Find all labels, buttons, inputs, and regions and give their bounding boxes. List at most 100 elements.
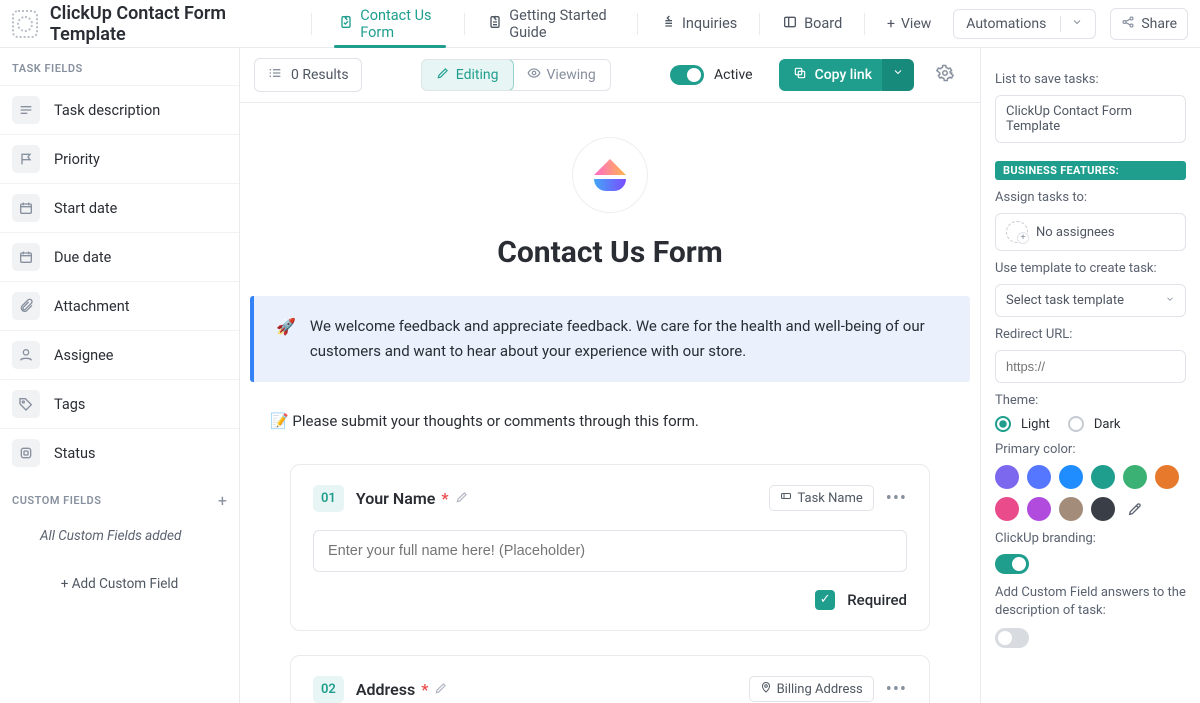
copy-label: Copy link xyxy=(815,67,872,83)
color-swatch[interactable] xyxy=(1123,465,1147,489)
color-swatch[interactable] xyxy=(1155,465,1179,489)
field-status[interactable]: Status xyxy=(0,428,239,477)
form-logo[interactable] xyxy=(572,137,648,213)
field-type-tag[interactable]: Task Name xyxy=(769,485,873,511)
theme-dark-radio[interactable] xyxy=(1068,416,1084,432)
divider xyxy=(464,13,465,35)
color-swatch[interactable] xyxy=(1027,497,1051,521)
app-logo-placeholder xyxy=(12,10,38,38)
copy-link-button[interactable]: Copy link xyxy=(779,59,886,91)
question-title[interactable]: Your Name * xyxy=(356,489,758,508)
copy-icon xyxy=(793,66,807,84)
tab-inquiries[interactable]: Inquiries xyxy=(646,0,751,48)
branding-label: ClickUp branding: xyxy=(995,531,1186,546)
view-tabs: Contact Us Form Getting Started Guide In… xyxy=(324,0,945,48)
doc-arrow-icon xyxy=(487,14,503,34)
form-subnote[interactable]: 📝 Please submit your thoughts or comment… xyxy=(270,412,930,430)
theme-light-radio[interactable] xyxy=(995,416,1011,432)
tab-getting-started-guide[interactable]: Getting Started Guide xyxy=(473,0,629,48)
custom-fields-message: All Custom Fields added xyxy=(0,520,239,564)
redirect-url-input[interactable] xyxy=(995,350,1186,383)
divider xyxy=(864,13,865,35)
tab-contact-us-form[interactable]: Contact Us Form xyxy=(324,0,456,48)
eyedropper-icon[interactable] xyxy=(1123,497,1147,521)
form-editor: 0 Results Editing Viewing Active xyxy=(240,48,980,703)
top-bar: ClickUp Contact Form Template Contact Us… xyxy=(0,0,1200,48)
assign-label: Assign tasks to: xyxy=(995,190,1186,205)
list-save-label: List to save tasks: xyxy=(995,72,1186,87)
color-swatch[interactable] xyxy=(1091,497,1115,521)
theme-dark-label: Dark xyxy=(1094,417,1121,432)
required-checkbox[interactable]: ✓ xyxy=(815,590,835,610)
field-label: Tags xyxy=(54,396,85,413)
taskname-icon xyxy=(780,490,792,506)
question-card[interactable]: 01 Your Name * Task Name ••• xyxy=(290,464,930,631)
primary-color-label: Primary color: xyxy=(995,442,1186,457)
automations-button[interactable]: Automations xyxy=(953,9,1096,39)
color-swatch[interactable] xyxy=(1059,497,1083,521)
task-fields-heading: TASK FIELDS xyxy=(0,48,239,85)
question-menu-button[interactable]: ••• xyxy=(886,679,907,700)
form-title[interactable]: Contact Us Form xyxy=(290,235,930,270)
color-swatch[interactable] xyxy=(1091,465,1115,489)
question-menu-button[interactable]: ••• xyxy=(886,488,907,509)
add-custom-field-plus-icon[interactable]: + xyxy=(218,491,227,510)
destination-list-select[interactable]: ClickUp Contact Form Template xyxy=(995,95,1186,143)
clip-icon xyxy=(12,292,40,320)
question-number: 01 xyxy=(313,485,344,512)
color-swatch[interactable] xyxy=(995,497,1019,521)
board-icon xyxy=(782,14,798,34)
form-callout[interactable]: 🚀 We welcome feedback and appreciate fee… xyxy=(250,296,970,382)
eye-icon xyxy=(527,66,541,84)
field-due-date[interactable]: Due date xyxy=(0,232,239,281)
settings-button[interactable] xyxy=(926,64,964,86)
list-arrow-icon xyxy=(660,14,676,34)
share-button[interactable]: Share xyxy=(1110,8,1188,40)
share-icon xyxy=(1121,15,1135,33)
automations-label: Automations xyxy=(966,16,1046,32)
viewing-label: Viewing xyxy=(547,67,596,83)
divider xyxy=(637,13,638,35)
rocket-icon: 🚀 xyxy=(276,314,296,364)
tab-board[interactable]: Board xyxy=(768,0,856,48)
field-tags[interactable]: Tags xyxy=(0,379,239,428)
required-star-icon: * xyxy=(441,489,448,508)
theme-light-label: Light xyxy=(1021,417,1050,432)
editing-mode-button[interactable]: Editing xyxy=(421,59,514,91)
share-label: Share xyxy=(1141,16,1177,32)
question-placeholder-input[interactable] xyxy=(313,530,907,572)
question-card[interactable]: 02 Address * Billing Address ••• xyxy=(290,655,930,703)
field-task-description[interactable]: Task description xyxy=(0,85,239,134)
lines-icon xyxy=(12,96,40,124)
color-swatches xyxy=(995,465,1186,521)
copy-link-dropdown[interactable] xyxy=(882,59,914,91)
results-button[interactable]: 0 Results xyxy=(254,58,362,92)
status-icon xyxy=(12,439,40,467)
custom-fields-header: CUSTOM FIELDS + xyxy=(0,477,239,520)
template-label: Use template to create task: xyxy=(995,261,1186,276)
field-attachment[interactable]: Attachment xyxy=(0,281,239,330)
assignee-select[interactable]: No assignees xyxy=(995,213,1186,251)
tab-label: Getting Started Guide xyxy=(509,7,615,41)
color-swatch[interactable] xyxy=(1059,465,1083,489)
color-swatch[interactable] xyxy=(995,465,1019,489)
branding-toggle[interactable] xyxy=(995,554,1029,574)
field-type-tag[interactable]: Billing Address xyxy=(749,676,874,702)
divider xyxy=(759,13,760,35)
mode-segment: Editing Viewing xyxy=(421,59,611,91)
editor-toolbar: 0 Results Editing Viewing Active xyxy=(240,48,980,102)
cf-desc-toggle[interactable] xyxy=(995,628,1029,648)
field-start-date[interactable]: Start date xyxy=(0,183,239,232)
question-title[interactable]: Address * xyxy=(356,680,737,699)
field-priority[interactable]: Priority xyxy=(0,134,239,183)
add-view-button[interactable]: + View xyxy=(873,16,945,32)
active-toggle[interactable]: Active xyxy=(670,65,753,85)
color-swatch[interactable] xyxy=(1027,465,1051,489)
pencil-icon xyxy=(434,680,448,699)
field-assignee[interactable]: Assignee xyxy=(0,330,239,379)
viewing-mode-button[interactable]: Viewing xyxy=(513,60,610,90)
task-template-select[interactable]: Select task template xyxy=(995,284,1186,317)
person-icon xyxy=(12,341,40,369)
add-custom-field-button[interactable]: + Add Custom Field xyxy=(0,564,239,604)
callout-text: We welcome feedback and appreciate feedb… xyxy=(310,314,948,364)
